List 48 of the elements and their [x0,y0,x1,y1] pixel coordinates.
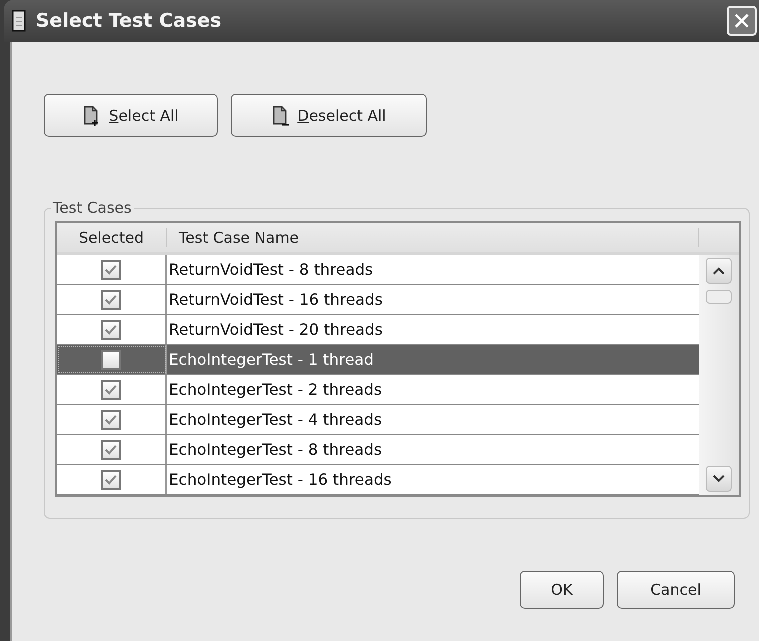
window-icon [12,10,26,32]
table-row[interactable]: EchoIntegerTest - 2 threads [57,375,699,405]
table-cell-text: ReturnVoidTest - 16 threads [168,290,384,310]
table-row[interactable]: ReturnVoidTest - 16 threads [57,285,699,315]
chevron-down-icon [713,475,725,483]
chevron-up-icon [713,267,725,275]
close-icon [733,12,751,30]
window-title: Select Test Cases [36,10,223,32]
table-row[interactable]: EchoIntegerTest - 4 threads [57,405,699,435]
checkbox[interactable] [101,380,121,400]
select-all-button[interactable]: Select All [44,94,218,137]
checkbox[interactable] [101,260,121,280]
scrollbar-thumb[interactable] [706,290,732,304]
deselect-all-button[interactable]: Deselect All [231,94,427,137]
check-icon [105,444,117,454]
table-row[interactable]: EchoIntegerTest - 8 threads [57,435,699,465]
checkbox[interactable] [101,470,121,490]
group-title: Test Cases [52,199,133,217]
check-icon [105,294,117,304]
table-row[interactable]: ReturnVoidTest - 8 threads [57,255,699,285]
check-icon [105,264,117,274]
check-icon [105,324,117,334]
ok-button[interactable]: OK [520,571,604,609]
table-cell-text: EchoIntegerTest - 16 threads [168,470,393,490]
table-cell-text: EchoIntegerTest - 2 threads [168,380,384,400]
check-icon [105,384,117,394]
table-cell-text: ReturnVoidTest - 8 threads [168,260,374,280]
column-header[interactable]: Test Case Name [167,228,699,247]
cancel-button[interactable]: Cancel [617,571,735,609]
checkbox[interactable] [101,350,121,370]
table-cell-text: EchoIntegerTest - 1 thread [168,350,375,370]
scroll-down-button[interactable] [706,466,732,492]
table-row[interactable]: EchoIntegerTest - 16 threads [57,465,699,495]
checkbox[interactable] [101,440,121,460]
check-icon [105,474,117,484]
close-button[interactable] [727,6,757,36]
checkbox[interactable] [101,410,121,430]
checkbox[interactable] [101,290,121,310]
scroll-up-button[interactable] [706,258,732,284]
table-cell-text: ReturnVoidTest - 20 threads [168,320,384,340]
table-cell-text: EchoIntegerTest - 8 threads [168,440,384,460]
table-row[interactable]: EchoIntegerTest - 1 thread [57,345,699,375]
table-row[interactable]: ReturnVoidTest - 20 threads [57,315,699,345]
table-cell-text: EchoIntegerTest - 4 threads [168,410,384,430]
check-icon [105,414,117,424]
checkbox[interactable] [101,320,121,340]
column-header[interactable]: Selected [57,228,167,247]
document-remove-icon [272,106,290,126]
